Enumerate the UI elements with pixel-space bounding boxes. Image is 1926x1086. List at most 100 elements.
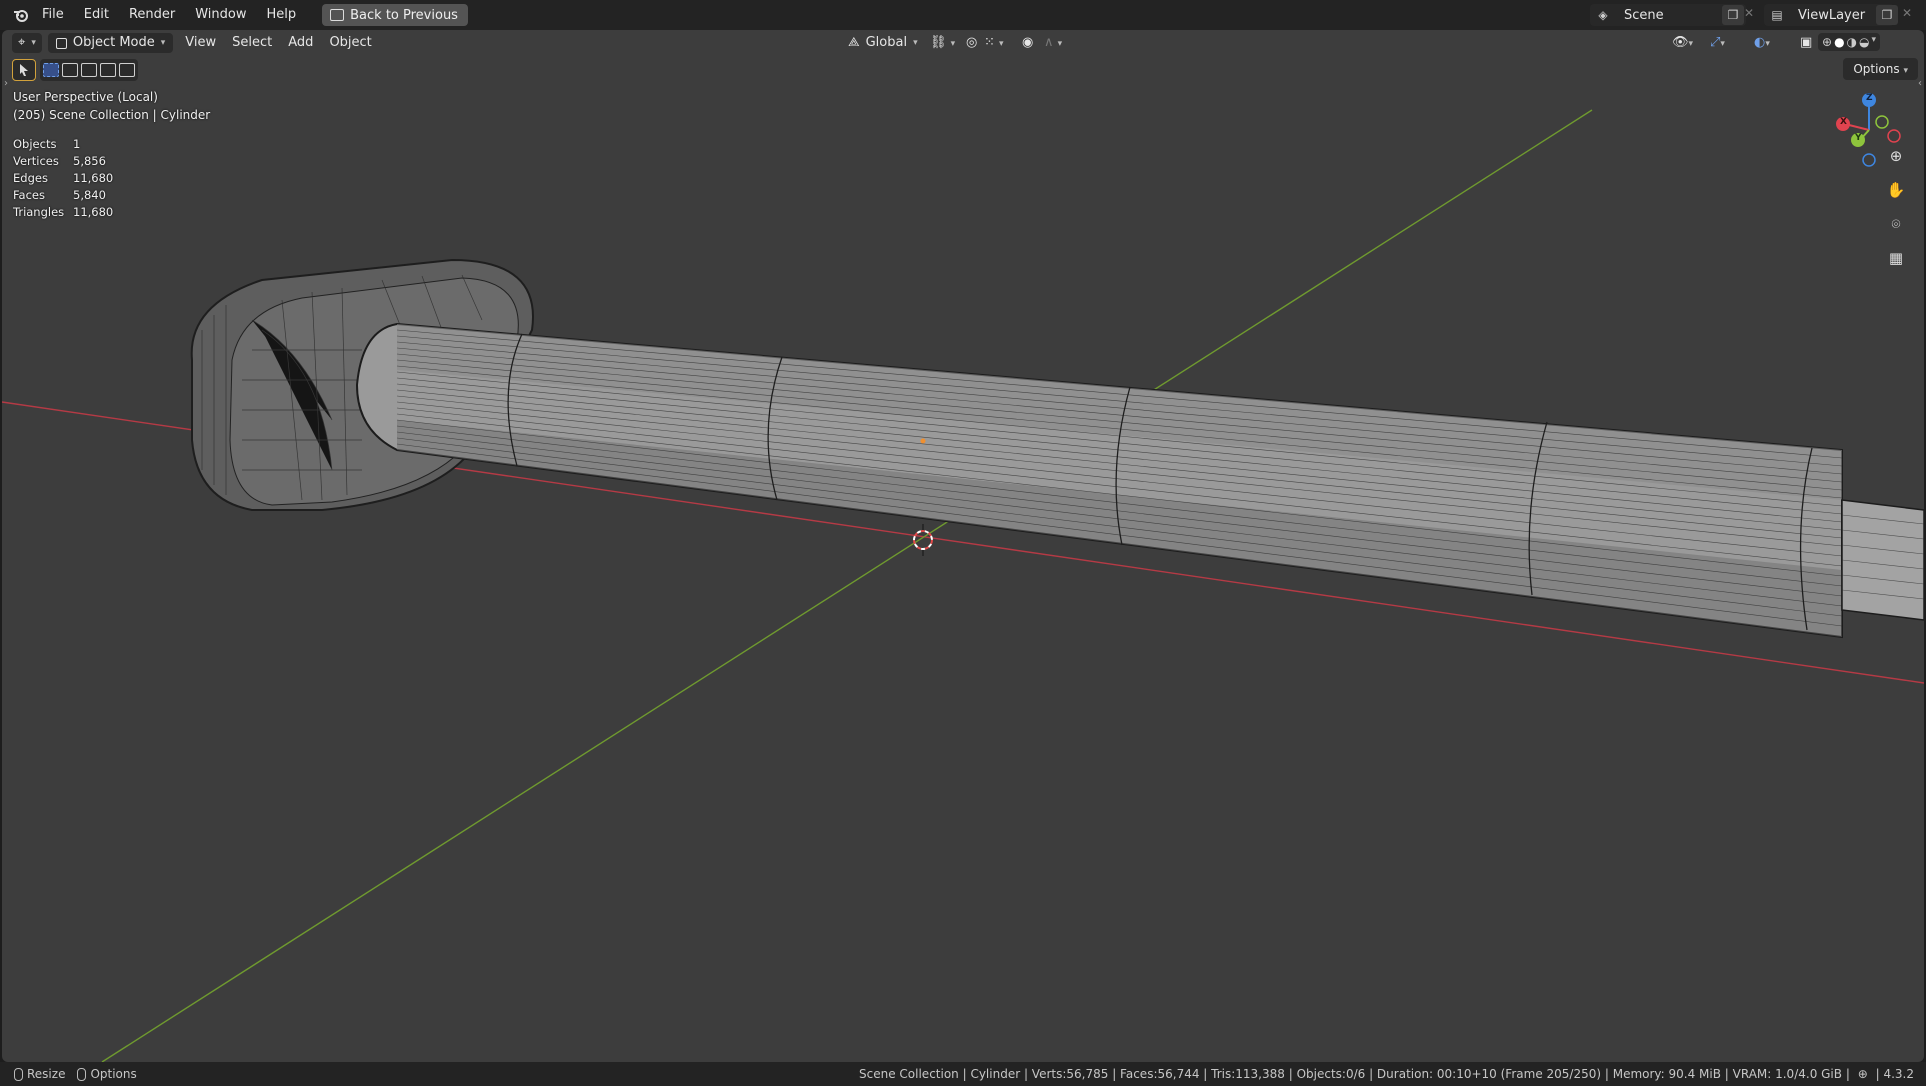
gizmo-neg-y-icon[interactable] bbox=[1875, 115, 1889, 129]
invert-selection-icon[interactable] bbox=[100, 63, 116, 77]
mode-dropdown[interactable]: Object Mode ▾ bbox=[47, 33, 174, 53]
top-menu-bar: File Edit Render Window Help Back to Pre… bbox=[0, 0, 1926, 30]
menu-select[interactable]: Select bbox=[224, 33, 280, 53]
scene-name: Scene bbox=[1624, 7, 1664, 23]
options-dropdown[interactable]: Options ▾ bbox=[1843, 58, 1918, 80]
stat-label: Edges bbox=[13, 171, 48, 185]
menu-help[interactable]: Help bbox=[257, 3, 307, 27]
intersect-selection-icon[interactable] bbox=[119, 63, 135, 77]
camera-view-icon[interactable]: ⌾ bbox=[1882, 210, 1910, 238]
delete-scene-icon[interactable]: ✕ bbox=[1744, 6, 1754, 20]
new-scene-icon[interactable]: ❐ bbox=[1722, 5, 1744, 25]
status-options: Options bbox=[77, 1067, 137, 1081]
gizmo-neg-x-icon[interactable] bbox=[1887, 129, 1901, 143]
3d-cursor-icon[interactable] bbox=[913, 524, 933, 556]
mouse-right-icon bbox=[77, 1068, 87, 1081]
stat-value: 5,840 bbox=[73, 188, 106, 202]
view-layer-icon: ▤ bbox=[1771, 8, 1783, 22]
orientation-icon: ⟁ bbox=[848, 35, 860, 50]
orientation-label: Global bbox=[865, 35, 908, 50]
editor-type-dropdown[interactable]: ⌖ ▾ bbox=[12, 33, 42, 53]
wireframe-shading-icon[interactable]: ⊕ bbox=[1822, 35, 1832, 49]
shading-modes: ⊕ ● ◑ ◒ ▾ bbox=[1818, 33, 1881, 51]
object-mode-icon bbox=[55, 37, 67, 49]
3d-viewport[interactable]: ⌖ ▾ Object Mode ▾ View Select Add Object … bbox=[2, 30, 1924, 1062]
tool-settings-row bbox=[12, 58, 138, 82]
stat-row: Triangles 11,680 bbox=[13, 204, 113, 221]
stat-row: Vertices 5,856 bbox=[13, 153, 113, 170]
back-icon bbox=[330, 9, 345, 21]
stat-label: Objects bbox=[13, 137, 57, 151]
menu-object[interactable]: Object bbox=[321, 33, 379, 53]
sidebar-toggle-icon[interactable]: ‹ bbox=[1918, 78, 1922, 89]
gizmo-y-label: Y bbox=[1855, 133, 1862, 143]
perspective-label: User Perspective (Local) bbox=[13, 90, 158, 104]
stat-row: Faces 5,840 bbox=[13, 187, 113, 204]
transform-orientation-dropdown[interactable]: ⟁ Global ▾ bbox=[840, 33, 926, 53]
subtract-selection-icon[interactable] bbox=[81, 63, 97, 77]
viewport-canvas[interactable] bbox=[2, 30, 1924, 1062]
separator: | bbox=[1875, 1067, 1880, 1081]
globe-icon: ⊕ bbox=[1857, 1067, 1868, 1081]
stat-row: Edges 11,680 bbox=[13, 170, 113, 187]
overlays-toggle-icon[interactable]: ◐▾ bbox=[1746, 33, 1778, 53]
stat-row: Objects 1 bbox=[13, 136, 113, 153]
back-to-previous-label: Back to Previous bbox=[350, 7, 458, 23]
shading-options-icon[interactable]: ▾ bbox=[1872, 35, 1877, 49]
stat-label: Triangles bbox=[13, 205, 65, 219]
viewport-header: ⌖ ▾ Object Mode ▾ View Select Add Object … bbox=[2, 30, 1924, 56]
snap-target-icon[interactable]: ⁙ ▾ bbox=[976, 33, 1012, 53]
menu-view[interactable]: View bbox=[177, 33, 224, 53]
pan-hand-icon[interactable]: ✋ bbox=[1882, 176, 1910, 204]
options-label: Options bbox=[1853, 62, 1900, 76]
back-to-previous-button[interactable]: Back to Previous bbox=[322, 4, 468, 26]
select-tool-icon[interactable] bbox=[12, 59, 36, 81]
status-resize-label: Resize bbox=[27, 1067, 66, 1081]
extend-selection-icon[interactable] bbox=[62, 63, 78, 77]
blender-logo-icon[interactable] bbox=[10, 4, 32, 26]
gizmo-neg-z-icon[interactable] bbox=[1862, 153, 1876, 167]
mesh-cylinder bbox=[355, 322, 1924, 639]
material-shading-icon[interactable]: ◑ bbox=[1847, 35, 1857, 49]
collection-label: (205) Scene Collection | Cylinder bbox=[13, 108, 211, 122]
status-resize: Resize bbox=[14, 1067, 65, 1081]
menu-window[interactable]: Window bbox=[185, 3, 256, 27]
menu-file[interactable]: File bbox=[32, 3, 74, 27]
mode-label: Object Mode bbox=[72, 35, 155, 50]
gizmo-z-label: Z bbox=[1866, 93, 1873, 103]
xray-toggle-icon[interactable]: ▣ bbox=[1792, 33, 1820, 53]
stat-label: Faces bbox=[13, 188, 45, 202]
scene-icon: ◈ bbox=[1598, 8, 1608, 22]
set-selection-icon[interactable] bbox=[43, 63, 59, 77]
stat-value: 5,856 bbox=[73, 154, 106, 168]
view-layer-name: ViewLayer bbox=[1798, 7, 1866, 23]
orthographic-grid-icon[interactable]: ▦ bbox=[1882, 244, 1910, 272]
view-layer-selector[interactable]: ▤ ViewLayer bbox=[1764, 4, 1894, 26]
rendered-shading-icon[interactable]: ◒ bbox=[1859, 35, 1869, 49]
viewport-text-info: User Perspective (Local) (205) Scene Col… bbox=[13, 88, 210, 124]
stat-label: Vertices bbox=[13, 154, 59, 168]
toolbar-toggle-icon[interactable]: › bbox=[4, 78, 8, 89]
viewport-navigation: ⊕ ✋ ⌾ ▦ bbox=[1882, 142, 1910, 272]
delete-view-layer-icon[interactable]: ✕ bbox=[1902, 6, 1912, 20]
visibility-dropdown-icon[interactable]: 👁▾ bbox=[1664, 33, 1701, 53]
menu-add[interactable]: Add bbox=[280, 33, 321, 53]
zoom-icon[interactable]: ⊕ bbox=[1882, 142, 1910, 170]
falloff-icon[interactable]: ∧ ▾ bbox=[1036, 33, 1070, 53]
gizmo-toggle-icon[interactable]: ⤢▾ bbox=[1702, 33, 1733, 53]
selection-mode-group bbox=[40, 59, 138, 81]
status-bar: Resize Options Scene Collection | Cylind… bbox=[0, 1062, 1926, 1086]
menu-render[interactable]: Render bbox=[119, 3, 185, 27]
chevron-down-icon: ▾ bbox=[913, 38, 918, 48]
blender-version: 4.3.2 bbox=[1883, 1067, 1914, 1081]
chevron-down-icon: ▾ bbox=[160, 38, 166, 48]
menu-edit[interactable]: Edit bbox=[74, 3, 119, 27]
scene-statistics: Scene Collection | Cylinder | Verts:56,7… bbox=[859, 1067, 1854, 1081]
stat-value: 11,680 bbox=[73, 171, 114, 185]
y-axis-line bbox=[101, 109, 1593, 1062]
gizmo-x-label: X bbox=[1840, 117, 1847, 127]
solid-shading-icon[interactable]: ● bbox=[1834, 35, 1844, 49]
statistics-overlay: Objects 1 Vertices 5,856 Edges 11,680 Faces… bbox=[13, 136, 113, 221]
pivot-point-icon[interactable]: ⛓ ▾ bbox=[922, 33, 963, 53]
new-view-layer-icon[interactable]: ❐ bbox=[1876, 5, 1898, 25]
